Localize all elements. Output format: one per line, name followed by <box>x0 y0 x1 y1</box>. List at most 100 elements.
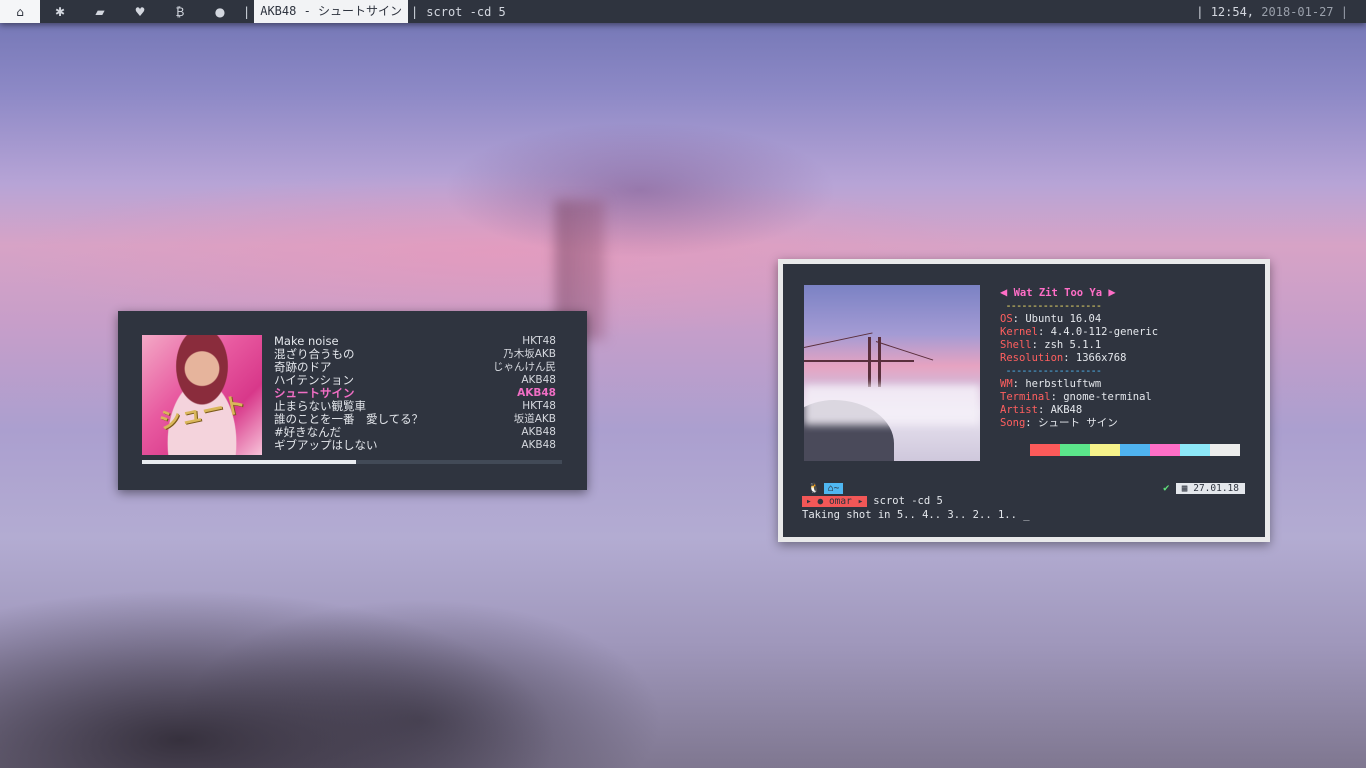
prompt-line-1: 🐧 ⌂~ ✔ ▦ 27.01.18 <box>804 482 1245 495</box>
info-row: Shell: zsh 5.1.1 <box>1000 339 1250 352</box>
track-title: ギブアップはしない <box>274 438 378 452</box>
palette-swatch <box>1030 444 1060 456</box>
track-artist: じゃんけん民 <box>493 361 556 373</box>
terminal-body[interactable]: ◀ Wat Zit Too Ya ▶ ------------------ OS… <box>783 264 1265 537</box>
divider-blue: ------------------ <box>1000 365 1250 378</box>
info-row: WM: herbstluftwm <box>1000 378 1250 391</box>
github-icon[interactable]: ● <box>200 0 240 23</box>
panel-separator: | <box>411 4 419 19</box>
info-colon: : <box>1037 404 1051 416</box>
prompt-date-box: ▦ 27.01.18 <box>1175 482 1245 494</box>
clock: | 12:54, 2018-01-27 | <box>1196 5 1366 19</box>
bridge-cable <box>804 332 873 348</box>
track-artist: HKT48 <box>522 335 556 347</box>
prompt-date: 27.01.18 <box>1193 482 1239 494</box>
info-row: Terminal: gnome-terminal <box>1000 391 1250 404</box>
home-icon[interactable]: ⌂ <box>0 0 40 23</box>
bridge-photo <box>804 285 980 461</box>
fog-layer <box>804 385 980 425</box>
panel-separator: | <box>243 4 251 19</box>
info-value: シュート サイン <box>1037 417 1118 429</box>
color-palette <box>1030 444 1240 456</box>
palette-swatch <box>1210 444 1240 456</box>
info-colon: : <box>1012 313 1026 325</box>
info-colon: : <box>1025 417 1038 429</box>
info-key: Resolution <box>1000 352 1064 364</box>
bridge-deck <box>804 360 914 362</box>
info-row: Artist: AKB48 <box>1000 404 1250 417</box>
info-key: OS <box>1000 313 1013 325</box>
calendar-icon: ▦ <box>1181 482 1188 494</box>
prompt-line-2: ▸ ● omar ▸ scrot -cd 5 <box>802 495 943 507</box>
track-artist: AKB48 <box>521 374 556 386</box>
track-artist: AKB48 <box>521 426 556 438</box>
top-panel: ⌂ ✱ ▰ ♥ ₿ ● | AKB48 - シュートサイン | scrot -c… <box>0 0 1366 23</box>
info-row: Resolution: 1366x768 <box>1000 352 1250 365</box>
info-key: Shell <box>1000 339 1032 351</box>
info-row: OS: Ubuntu 16.04 <box>1000 313 1250 326</box>
arrow-right-icon: ▶ <box>1108 285 1116 299</box>
playback-progress-fill <box>142 460 357 464</box>
prompt-command: scrot -cd 5 <box>873 495 943 507</box>
prompt-dir-segment: ⌂~ <box>823 482 844 494</box>
focused-window-title: scrot -cd 5 <box>426 4 506 19</box>
clock-date: 2018-01-27 <box>1261 4 1334 19</box>
active-window-tab[interactable]: AKB48 - シュートサイン <box>254 0 409 23</box>
info-banner: ◀ Wat Zit Too Ya ▶ <box>1000 284 1250 300</box>
info-colon: : <box>1050 391 1064 403</box>
linux-icon: 🐧 <box>808 482 820 494</box>
track-list: Make noise HKT48 混ざり合うもの 乃木坂AKB 奇跡のドア じゃんけん… <box>274 335 556 452</box>
playback-progress-bar[interactable] <box>142 460 562 464</box>
terminal-window[interactable]: ◀ Wat Zit Too Ya ▶ ------------------ OS… <box>778 259 1270 542</box>
track-artist: 乃木坂AKB <box>503 348 556 360</box>
prompt-user-segment: ▸ ● omar ▸ <box>802 495 868 507</box>
divider-text: ------------------ <box>1005 300 1102 312</box>
info-colon: : <box>1031 339 1045 351</box>
info-key: WM <box>1000 378 1013 390</box>
track-artist: 坂道AKB <box>513 413 556 425</box>
arrow-right-icon: ▸ <box>806 495 812 507</box>
info-value: zsh 5.1.1 <box>1044 339 1102 351</box>
info-colon: : <box>1012 378 1026 390</box>
user-icon: ● <box>817 495 824 507</box>
info-row: Kernel: 4.4.0-112-generic <box>1000 326 1250 339</box>
album-cover: シュート <box>142 335 262 455</box>
clock-end-separator: | <box>1340 4 1348 19</box>
bridge-tower-left <box>868 337 871 387</box>
gear-icon[interactable]: ✱ <box>40 0 80 23</box>
info-key: Terminal <box>1000 391 1051 403</box>
info-value: gnome-terminal <box>1063 391 1152 403</box>
divider-yellow: ------------------ <box>1000 300 1250 313</box>
info-key: Kernel <box>1000 326 1038 338</box>
info-key: Song <box>1000 417 1026 429</box>
palette-swatch <box>1060 444 1090 456</box>
info-row: Song: シュート サイン <box>1000 417 1250 430</box>
track-item[interactable]: ギブアップはしない AKB48 <box>274 439 556 452</box>
bitcoin-icon[interactable]: ₿ <box>160 0 200 23</box>
info-value: 4.4.0-112-generic <box>1050 326 1159 338</box>
track-artist: AKB48 <box>517 387 556 399</box>
command-output: Taking shot in 5.. 4.. 3.. 2.. 1.. _ <box>802 509 1030 521</box>
bridge-cable <box>875 341 934 361</box>
arrow-left-icon: ◀ <box>1000 285 1008 299</box>
divider-text: ------------------ <box>1005 365 1102 377</box>
info-colon: : <box>1037 326 1051 338</box>
clock-time: 12:54, <box>1210 4 1255 19</box>
track-artist: AKB48 <box>521 439 556 451</box>
bridge-tower-right <box>878 337 881 387</box>
arrow-right-icon: ▸ <box>857 495 864 507</box>
palette-swatch <box>1180 444 1210 456</box>
clock-separator: | <box>1196 4 1204 19</box>
info-value: 1366x768 <box>1075 352 1127 364</box>
folder-icon[interactable]: ▰ <box>80 0 120 23</box>
music-player-window: シュート Make noise HKT48 混ざり合うもの 乃木坂AKB 奇跡のドア… <box>118 311 587 490</box>
info-value: Ubuntu 16.04 <box>1025 313 1102 325</box>
palette-swatch <box>1090 444 1120 456</box>
prompt-dir: ~ <box>833 482 840 494</box>
banner-text: Wat Zit Too Ya <box>1013 287 1103 299</box>
info-value: AKB48 <box>1050 404 1083 416</box>
prompt-date-segment: ✔ ▦ 27.01.18 <box>1163 482 1245 494</box>
heartbeat-icon[interactable]: ♥ <box>120 0 160 23</box>
track-artist: HKT48 <box>522 400 556 412</box>
info-key: Artist <box>1000 404 1038 416</box>
